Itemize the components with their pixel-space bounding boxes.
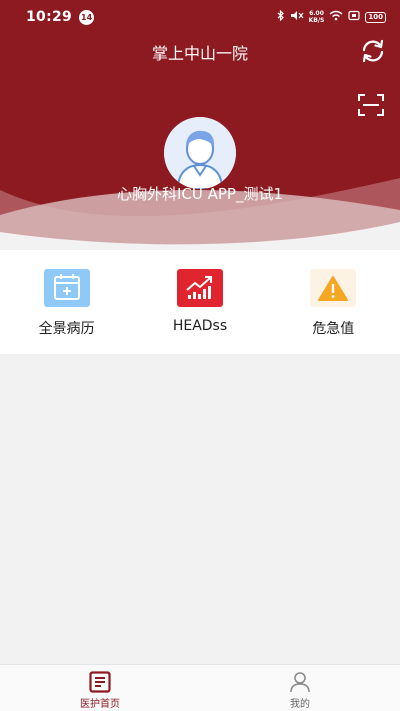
- menu-label: 危急值: [312, 321, 355, 337]
- avatar[interactable]: [164, 117, 236, 189]
- menu-item-panoramic-record[interactable]: 全景病历: [0, 250, 133, 354]
- mute-icon: [290, 10, 304, 24]
- status-time: 10:29: [26, 9, 73, 25]
- refresh-button[interactable]: [360, 38, 386, 64]
- wifi-icon: [329, 10, 343, 24]
- chart-trend-icon: [176, 269, 223, 307]
- bottom-nav: 医护首页 我的: [0, 664, 400, 711]
- bluetooth-icon: [277, 9, 285, 24]
- tab-home-label: 医护首页: [80, 699, 120, 710]
- refresh-icon: [362, 39, 384, 63]
- network-speed-value: 6.00: [309, 10, 324, 17]
- menu-label: 全景病历: [38, 321, 95, 337]
- menu-item-headss[interactable]: HEADss: [133, 250, 266, 354]
- scan-icon: [358, 94, 384, 116]
- network-speed-unit: KB/S: [308, 17, 325, 24]
- profile-icon: [290, 672, 310, 693]
- sim-icon: [348, 10, 360, 24]
- tab-profile-label: 我的: [290, 699, 310, 710]
- warning-icon: [310, 269, 357, 307]
- doctor-avatar-icon: [164, 117, 236, 189]
- calendar-record-icon: [43, 269, 90, 307]
- app-title: 掌上中山一院: [151, 44, 248, 63]
- status-bar: 10:29 14 6.00 KB/S 100: [0, 0, 400, 34]
- home-document-icon: [89, 671, 111, 693]
- tab-profile[interactable]: 我的: [200, 665, 400, 711]
- menu-label: HEADss: [172, 318, 228, 334]
- menu-item-critical-value[interactable]: 危急值: [267, 250, 400, 354]
- network-speed: 6.00 KB/S: [309, 10, 325, 24]
- user-name: 心胸外科ICU APP_测试1: [116, 185, 284, 203]
- battery-indicator: 100: [365, 11, 386, 23]
- scan-button[interactable]: [358, 93, 384, 117]
- quick-menu: 全景病历 HEADss 危急值: [0, 250, 400, 354]
- notification-badge: 14: [79, 9, 95, 25]
- tab-home[interactable]: 医护首页: [0, 665, 200, 711]
